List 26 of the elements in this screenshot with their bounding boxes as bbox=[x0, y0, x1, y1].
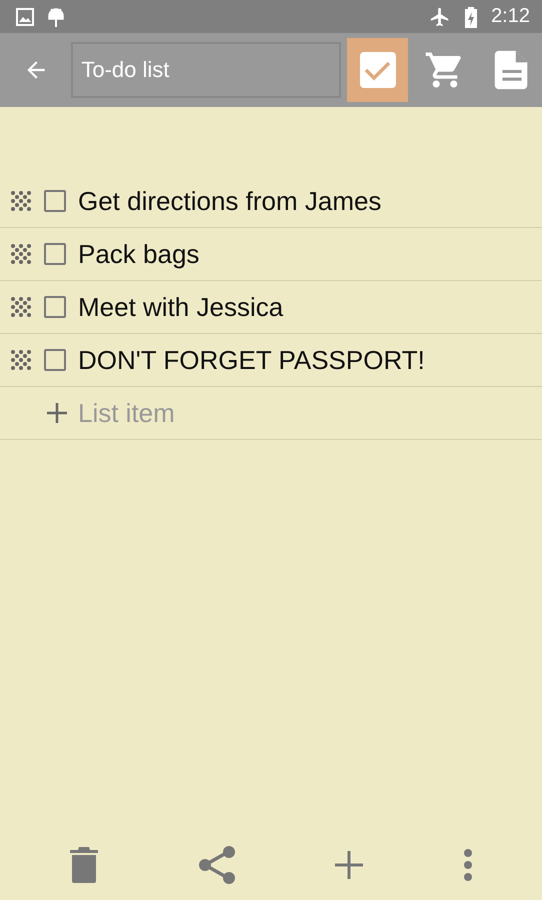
title-field[interactable]: To-do list bbox=[71, 42, 342, 98]
checkbox-icon bbox=[358, 51, 397, 89]
clock-time: 2:12 bbox=[491, 5, 530, 28]
battery-icon bbox=[465, 6, 478, 28]
airplane-icon bbox=[429, 6, 452, 28]
drag-handle-icon[interactable] bbox=[10, 190, 32, 212]
mode-button[interactable] bbox=[347, 38, 408, 102]
item-text: Meet with Jessica bbox=[78, 292, 284, 322]
checkbox[interactable] bbox=[44, 296, 66, 318]
item-text: Get directions from James bbox=[78, 186, 382, 216]
drag-handle-icon[interactable] bbox=[10, 349, 32, 371]
plus-icon bbox=[334, 850, 364, 880]
checkbox[interactable] bbox=[44, 190, 66, 212]
item-text: Pack bags bbox=[78, 238, 200, 270]
image-icon bbox=[16, 8, 34, 26]
checkbox[interactable] bbox=[44, 349, 66, 371]
plus-icon[interactable] bbox=[46, 402, 68, 424]
checkbox[interactable] bbox=[44, 243, 66, 265]
more-icon bbox=[462, 848, 473, 882]
item-text: DON'T FORGET PASSPORT! bbox=[78, 344, 425, 376]
drag-handle-icon[interactable] bbox=[10, 296, 32, 318]
share-icon bbox=[198, 845, 236, 885]
trash-icon bbox=[69, 846, 100, 884]
android-icon bbox=[48, 6, 64, 28]
drag-handle-icon[interactable] bbox=[10, 243, 32, 265]
new-item-field[interactable]: List item bbox=[78, 398, 378, 428]
